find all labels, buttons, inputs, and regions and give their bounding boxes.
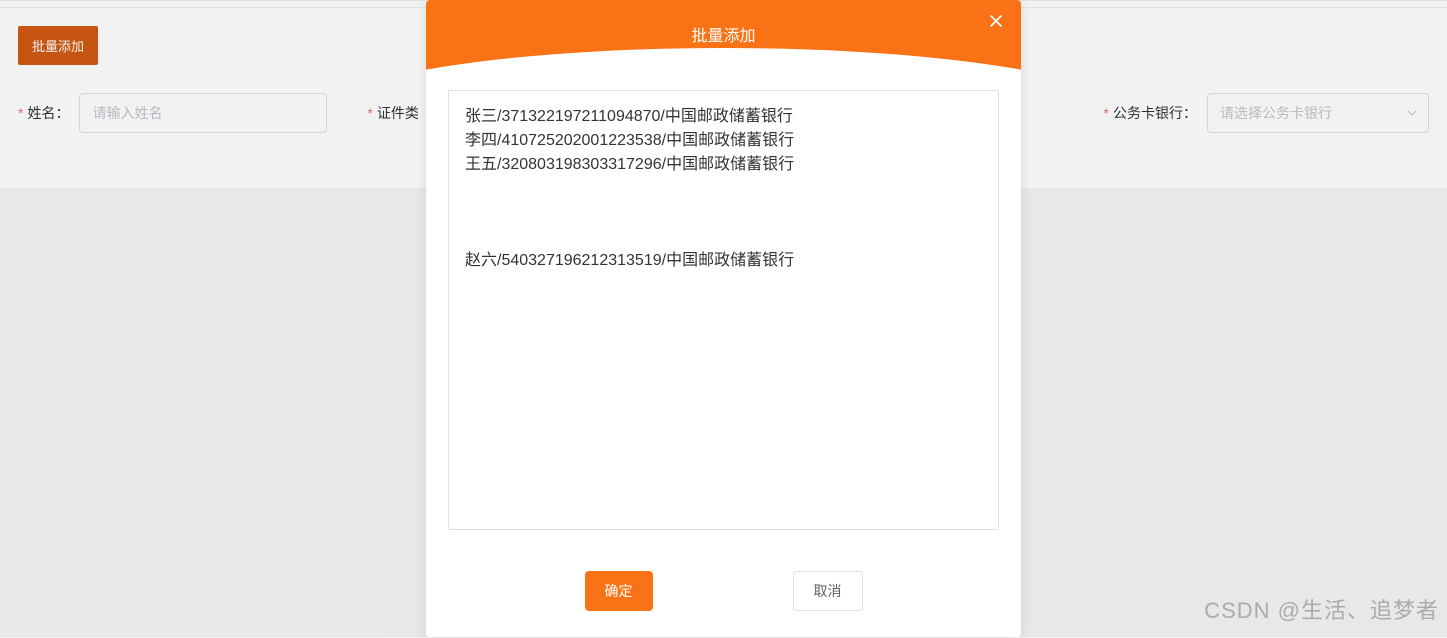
- batch-add-modal: 批量添加 确定 取消: [426, 0, 1021, 637]
- modal-footer: 确定 取消: [426, 553, 1021, 635]
- close-icon[interactable]: [989, 14, 1003, 33]
- confirm-button[interactable]: 确定: [585, 571, 653, 611]
- modal-header: 批量添加: [426, 0, 1021, 78]
- batch-textarea[interactable]: [448, 90, 999, 530]
- modal-body: [426, 78, 1021, 553]
- modal-title: 批量添加: [691, 28, 755, 45]
- modal-overlay[interactable]: 批量添加 确定 取消: [0, 0, 1447, 637]
- cancel-button[interactable]: 取消: [793, 571, 863, 611]
